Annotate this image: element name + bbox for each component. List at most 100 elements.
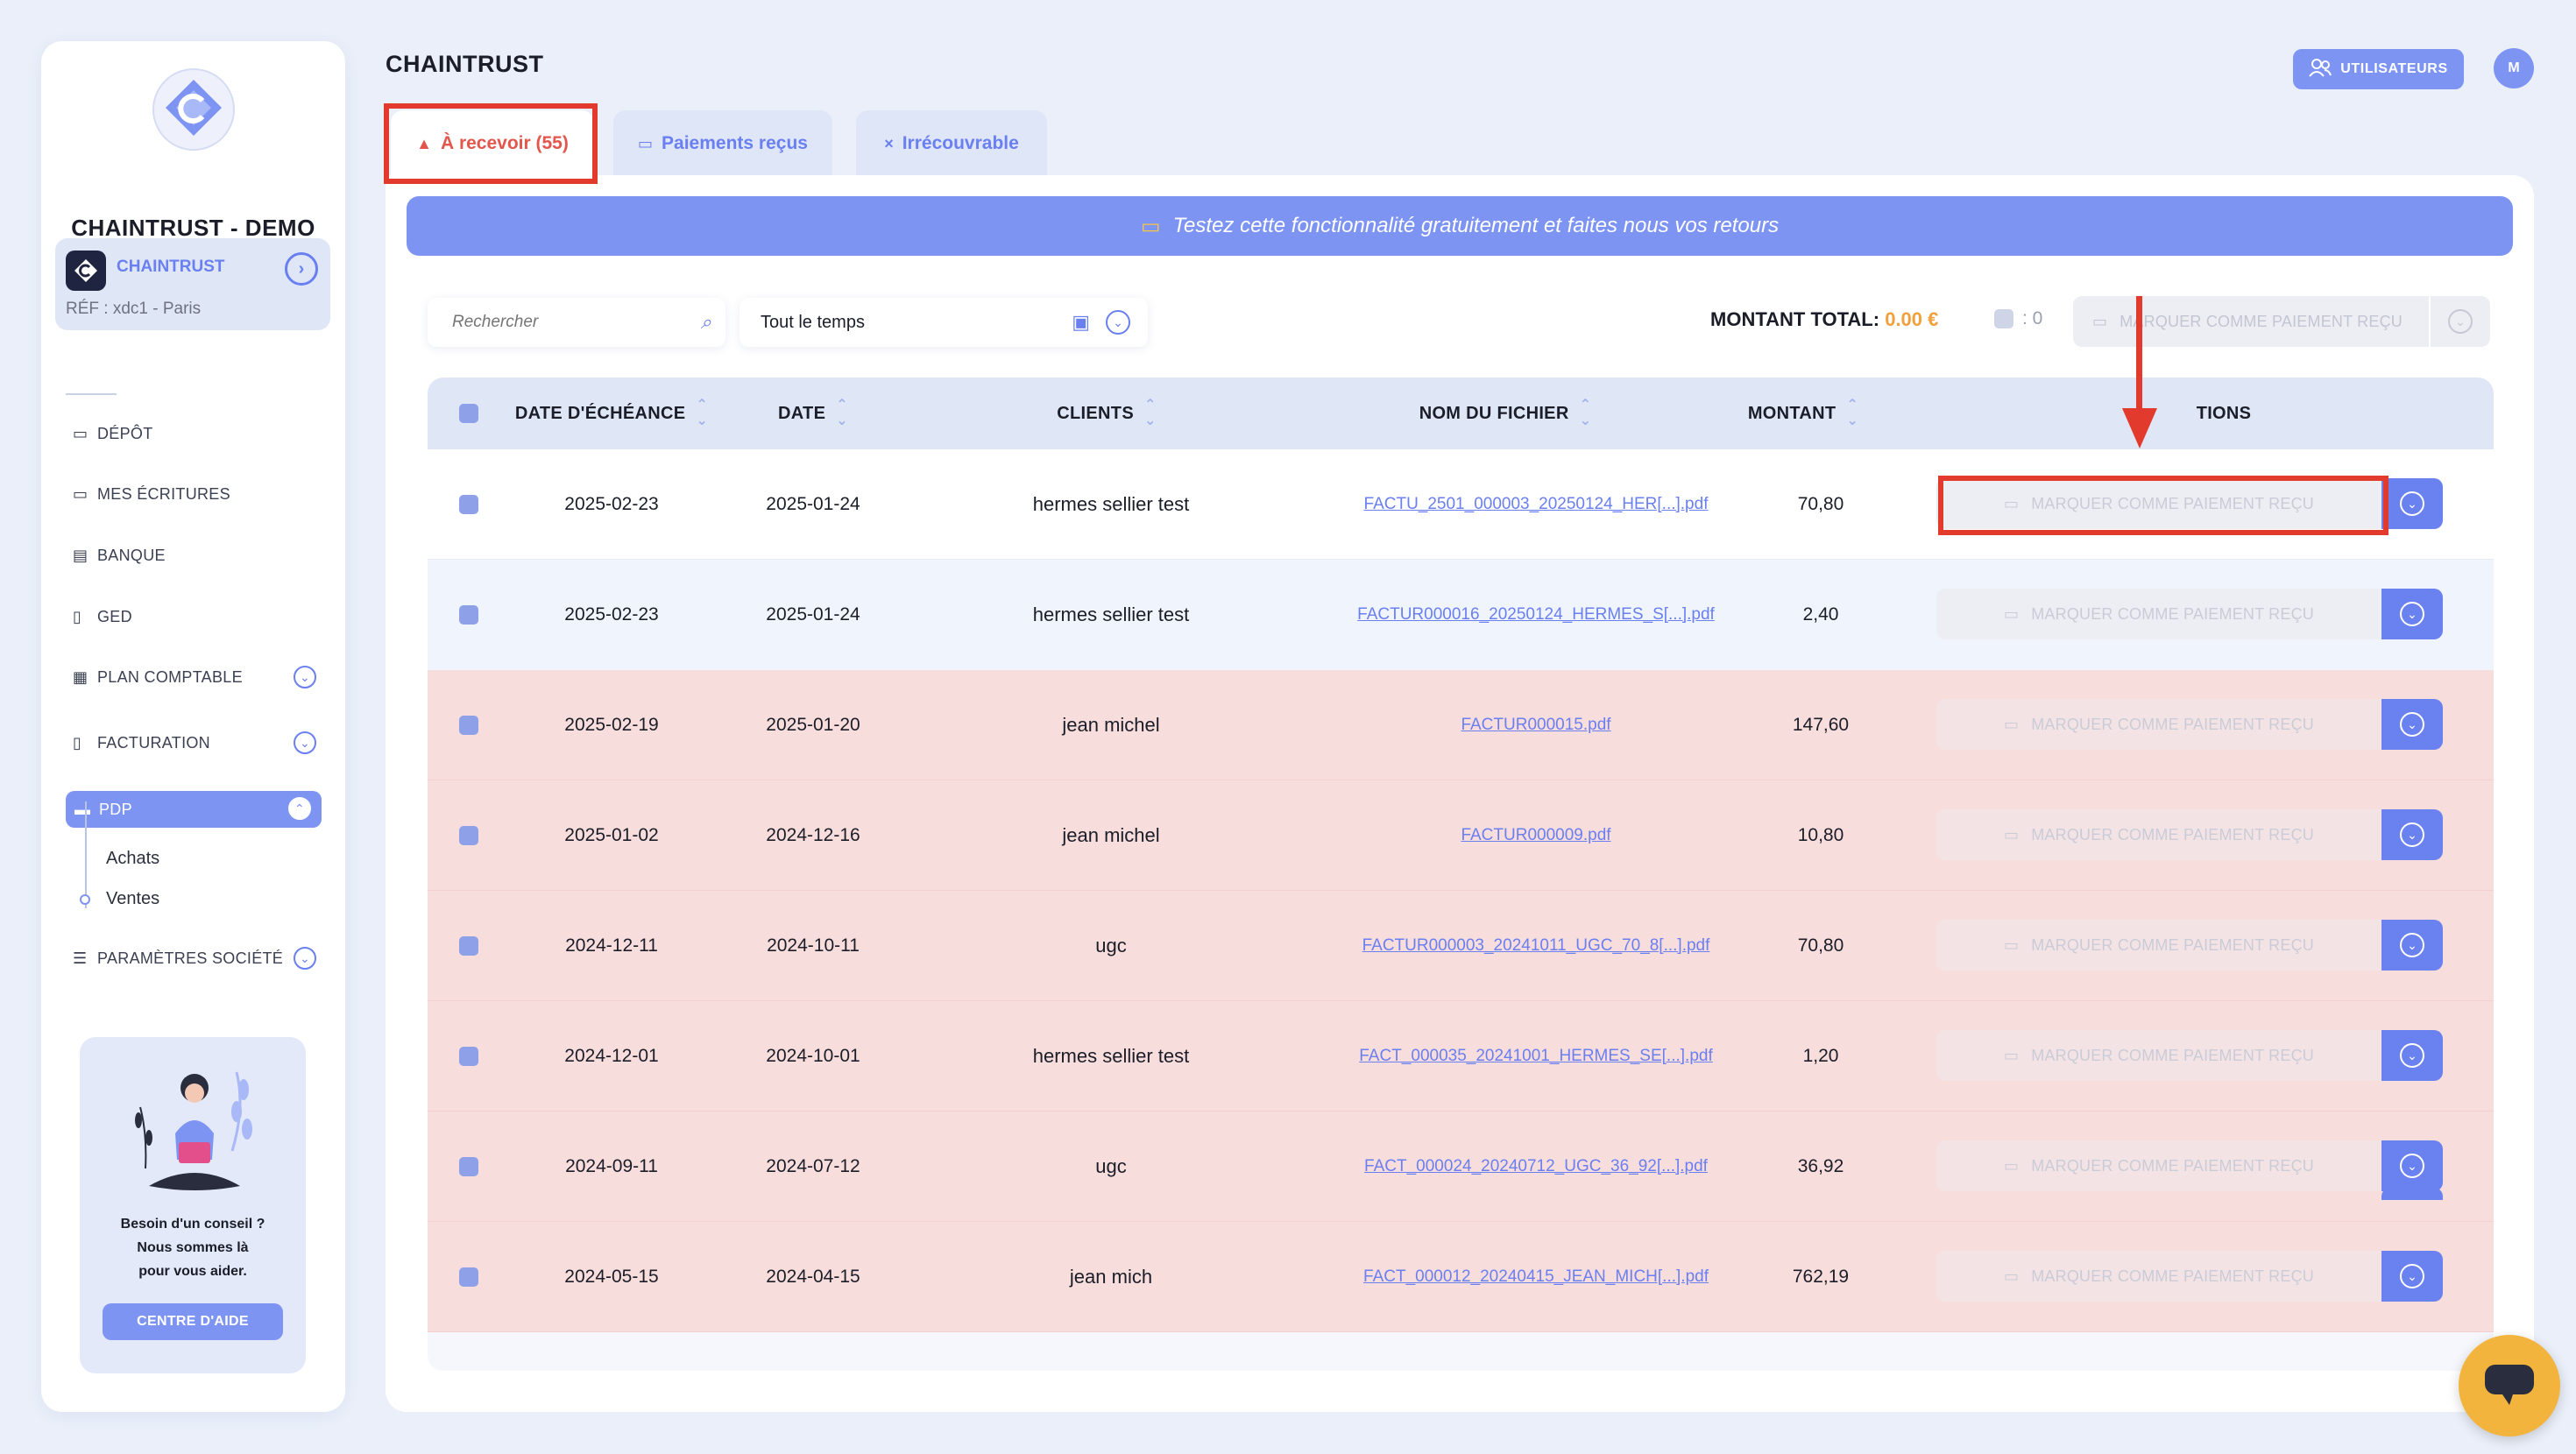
tab-irrecouvrable[interactable]: × Irrécouvrable [856,110,1047,177]
chevron-up-icon[interactable]: ⌃ [288,797,311,820]
row-actions-dropdown[interactable] [2381,1188,2443,1200]
column-amount[interactable]: MONTANT ⌃ ⌄ [1724,378,1882,449]
tab-paiements-recus[interactable]: ▭ Paiements reçus [613,110,832,177]
row-checkbox[interactable] [459,1267,478,1287]
column-file-name[interactable]: NOM DU FICHIER ⌃ ⌄ [1391,378,1619,449]
file-link[interactable]: FACTU_2501_000003_20250124_HER[...].pdf [1364,495,1709,514]
row-actions-dropdown[interactable]: ⌄ [2381,699,2443,750]
sidebar-item-depot[interactable]: ▭ DÉPÔT [73,416,327,451]
search-input[interactable] [452,313,701,332]
client-cell: hermes sellier test [1032,1045,1190,1067]
total-amount-value: 0.00 € [1885,308,1939,330]
row-actions-dropdown[interactable]: ⌄ [2381,920,2443,971]
payment-card-icon: ▭ [2004,1156,2020,1175]
row-actions-dropdown[interactable]: ⌄ [2381,809,2443,860]
sidebar-item-ged[interactable]: ▯ GED [73,599,327,634]
row-checkbox[interactable] [459,1047,478,1066]
period-select[interactable]: Tout le temps ▣ ⌄ [740,298,1148,347]
settings-sliders-icon: ☰ [73,949,88,967]
column-due-date[interactable]: DATE D'ÉCHÉANCE ⌃ ⌄ [506,378,717,449]
ticket-icon: ▭ [1140,214,1161,238]
column-clients[interactable]: CLIENTS ⌃ ⌄ [1032,378,1181,449]
row-checkbox[interactable] [459,716,478,735]
row-actions-dropdown[interactable]: ⌄ [2381,478,2443,529]
chevron-down-icon[interactable]: ⌄ [1106,310,1130,335]
row-checkbox[interactable] [459,495,478,514]
sidebar-item-banque[interactable]: ▤ BANQUE [73,538,327,573]
sidebar-item-facturation[interactable]: ▯ FACTURATION ⌄ [73,725,327,760]
search-field[interactable]: ⌕ [428,298,725,347]
users-button[interactable]: UTILISATEURS [2293,49,2464,89]
sidebar-item-pdp[interactable]: ▬ PDP ⌃ [66,791,322,828]
tab-label: À recevoir (55) [440,133,569,153]
chat-button[interactable] [2459,1335,2560,1436]
bulk-mark-paid-button[interactable]: ▭ MARQUER COMME PAIEMENT REÇU [2073,296,2429,347]
row-actions-dropdown[interactable]: ⌄ [2381,1251,2443,1302]
sort-icon[interactable]: ⌃ ⌄ [1144,398,1157,429]
company-card[interactable]: CHAINTRUST RÉF : xdc1 - Paris › [55,238,330,330]
calendar-search-icon[interactable]: ▣ [1072,311,1090,334]
sort-icon[interactable]: ⌃ ⌄ [696,398,708,429]
mark-paid-button[interactable]: ▭ MARQUER COMME PAIEMENT REÇU [1936,478,2381,529]
period-value: Tout le temps [761,312,865,332]
sidebar-item-label: MES ÉCRITURES [97,484,230,503]
chevron-down-icon[interactable]: ⌄ [294,947,316,970]
chevron-down-icon[interactable]: ⌄ [294,666,316,688]
mark-paid-button[interactable]: ▭ MARQUER COMME PAIEMENT REÇU [1936,589,2381,639]
column-date[interactable]: DATE ⌃ ⌄ [734,378,892,449]
file-cell: FACT_000035_20241001_HERMES_SE[...].pdf [1304,1001,1768,1112]
payment-card-icon: ▭ [2004,825,2020,843]
due-date-cell: 2024-05-15 [564,1267,659,1287]
warning-icon: ▲ [416,134,432,152]
tab-a-recevoir[interactable]: ▲ À recevoir (55) [391,110,594,177]
sidebar-item-plan-comptable[interactable]: ▦ PLAN COMPTABLE ⌄ [73,660,327,695]
row-checkbox[interactable] [459,826,478,845]
file-cell: FACT_000024_20240712_UGC_36_92[...].pdf [1304,1112,1768,1222]
mark-paid-button[interactable]: ▭ MARQUER COMME PAIEMENT REÇU [1936,1140,2381,1191]
sort-icon[interactable]: ⌃ ⌄ [1580,398,1592,429]
table-row: 2024-09-11 2024-07-12 ugc FACT_000024_20240… [428,1112,2494,1222]
card-icon: ▬ [74,800,91,818]
sort-icon[interactable]: ⌃ ⌄ [836,398,848,429]
row-checkbox[interactable] [459,1157,478,1176]
file-link[interactable]: FACT_000024_20240712_UGC_36_92[...].pdf [1364,1157,1708,1176]
client-cell: hermes sellier test [1032,603,1190,625]
company-open-icon[interactable]: › [285,252,318,286]
mark-paid-button[interactable]: ▭ MARQUER COMME PAIEMENT REÇU [1936,1030,2381,1081]
table-row: 2025-02-19 2025-01-20 jean michel FACTUR000… [428,670,2494,780]
sidebar-item-label: PLAN COMPTABLE [97,667,243,686]
chevron-down-icon[interactable]: ⌄ [294,731,316,754]
file-link[interactable]: FACTUR000016_20250124_HERMES_S[...].pdf [1357,605,1715,625]
row-actions-dropdown[interactable]: ⌄ [2381,1030,2443,1081]
select-all-checkbox[interactable] [459,404,478,423]
sidebar-subitem-ventes[interactable]: Ventes [106,889,159,909]
file-link[interactable]: FACTUR000003_20241011_UGC_70_8[...].pdf [1362,936,1710,956]
chevron-down-icon: ⌄ [2400,1154,2424,1178]
row-checkbox[interactable] [459,936,478,956]
annotation-arrow-head [2122,408,2157,448]
file-link[interactable]: FACTUR000009.pdf [1461,826,1610,845]
file-link[interactable]: FACT_000012_20240415_JEAN_MICH[...].pdf [1363,1267,1709,1287]
due-date-cell: 2024-09-11 [565,1156,658,1176]
bulk-actions-dropdown[interactable]: ⌄ [2429,296,2490,347]
file-link[interactable]: FACTUR000015.pdf [1461,716,1610,735]
sort-icon[interactable]: ⌃ ⌄ [1846,398,1858,429]
mark-paid-button[interactable]: ▭ MARQUER COMME PAIEMENT REÇU [1936,1251,2381,1302]
annotation-arrow [2136,296,2142,410]
sidebar-item-mes-ecritures[interactable]: ▭ MES ÉCRITURES [73,476,327,512]
help-center-button[interactable]: CENTRE D'AIDE [103,1303,283,1340]
avatar[interactable]: M [2494,48,2534,88]
sidebar-subitem-achats[interactable]: Achats [106,849,159,869]
sidebar-item-parametres-societe[interactable]: ☰ PARAMÈTRES SOCIÉTÉ ⌄ [73,941,327,976]
users-icon [2309,58,2332,81]
row-actions-dropdown[interactable]: ⌄ [2381,1140,2443,1191]
chaintrust-logo[interactable] [152,67,236,152]
payment-card-icon: ▭ [2004,715,2020,733]
mark-paid-button[interactable]: ▭ MARQUER COMME PAIEMENT REÇU [1936,920,2381,971]
mark-paid-button[interactable]: ▭ MARQUER COMME PAIEMENT REÇU [1936,699,2381,750]
file-link[interactable]: FACT_000035_20241001_HERMES_SE[...].pdf [1359,1047,1712,1066]
mark-paid-button[interactable]: ▭ MARQUER COMME PAIEMENT REÇU [1936,809,2381,860]
row-checkbox[interactable] [459,605,478,625]
payment-card-icon: ▭ [2004,1267,2020,1285]
row-actions-dropdown[interactable]: ⌄ [2381,589,2443,639]
